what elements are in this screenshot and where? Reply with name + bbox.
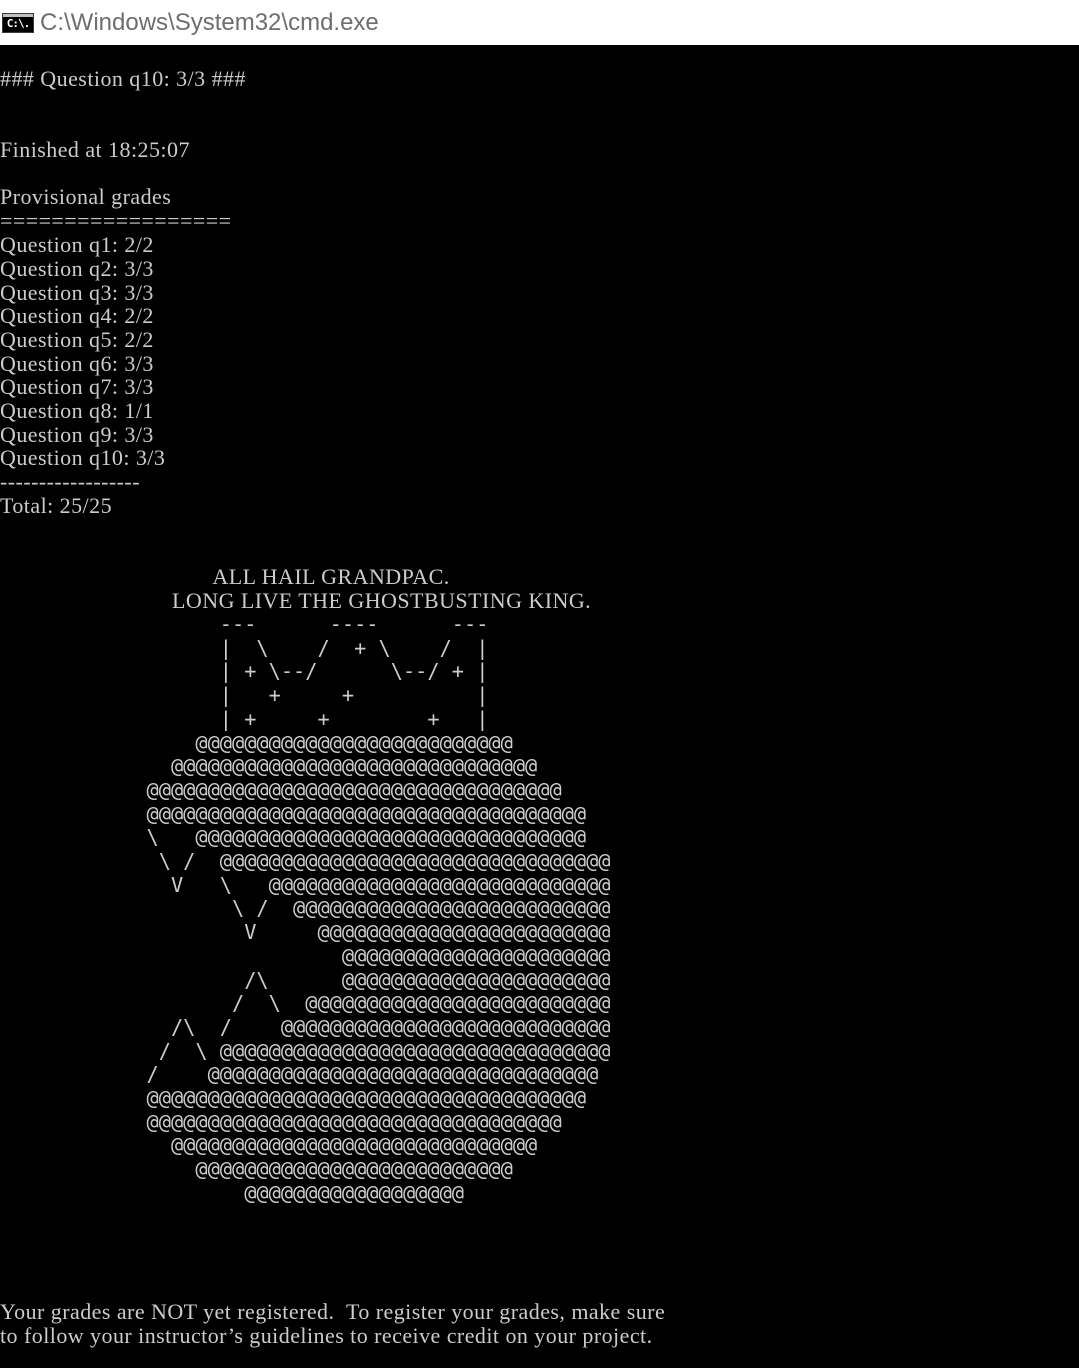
cmd-window: C:\. C:\Windows\System32\cmd.exe ### Que… xyxy=(0,0,1079,1368)
grade-line: Question q5: 2/2 xyxy=(0,327,154,352)
grade-line: Question q1: 2/2 xyxy=(0,232,154,257)
hail-line-1: ALL HAIL GRANDPAC. xyxy=(172,564,450,589)
console-output[interactable]: ### Question q10: 3/3 ### Finished at 18… xyxy=(0,45,1079,1368)
grandpac-ascii-art: --- ---- --- | \ / + \ / | | + \--/ \--/… xyxy=(146,612,611,1205)
total-score: Total: 25/25 xyxy=(0,493,113,518)
grade-line: Question q3: 3/3 xyxy=(0,280,154,305)
grade-line: Question q2: 3/3 xyxy=(0,256,154,281)
footer-line-2: to follow your instructor’s guidelines t… xyxy=(0,1323,653,1348)
cmd-icon-label: C:\. xyxy=(6,16,30,30)
question-header: ### Question q10: 3/3 ### xyxy=(0,66,246,91)
grades-rule: ================== xyxy=(0,208,232,233)
grade-line: Question q4: 2/2 xyxy=(0,303,154,328)
cmd-icon[interactable]: C:\. xyxy=(2,12,34,33)
grade-line: Question q7: 3/3 xyxy=(0,374,154,399)
hail-line-2: LONG LIVE THE GHOSTBUSTING KING. xyxy=(172,588,592,613)
window-title: C:\Windows\System32\cmd.exe xyxy=(40,8,379,36)
footer-line-1: Your grades are NOT yet registered. To r… xyxy=(0,1299,666,1324)
title-bar[interactable]: C:\. C:\Windows\System32\cmd.exe xyxy=(0,0,1079,45)
grade-line: Question q9: 3/3 xyxy=(0,422,154,447)
grade-line: Question q6: 3/3 xyxy=(0,351,154,376)
total-rule: ------------------ xyxy=(0,469,140,494)
grade-line: Question q8: 1/1 xyxy=(0,398,154,423)
finished-time: Finished at 18:25:07 xyxy=(0,137,190,162)
grades-title: Provisional grades xyxy=(0,184,172,209)
grade-line: Question q10: 3/3 xyxy=(0,445,166,470)
